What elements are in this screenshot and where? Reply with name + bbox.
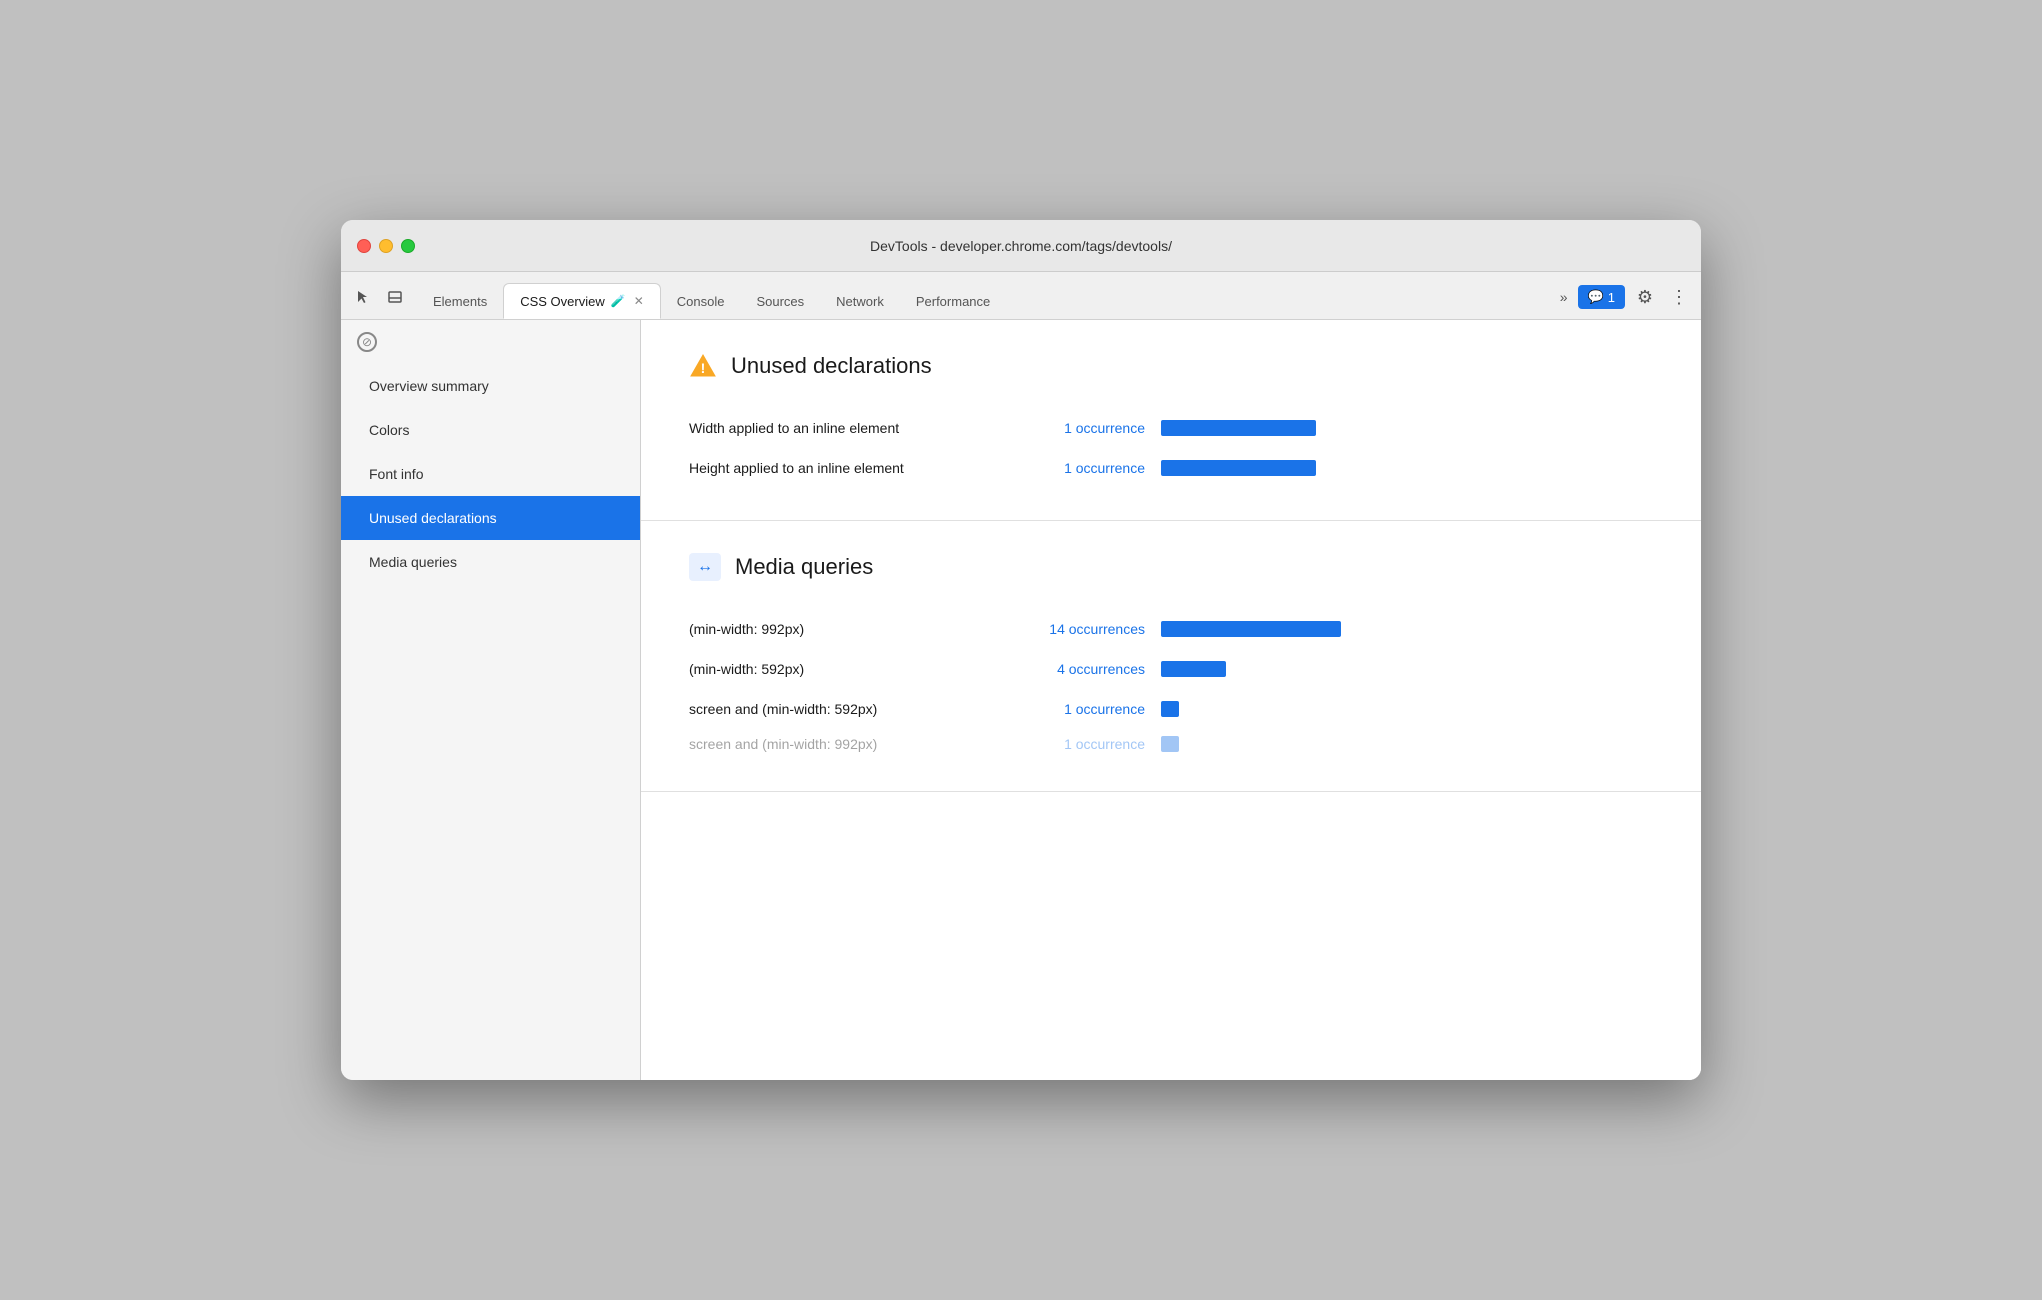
dock-button[interactable] [381,283,409,311]
maximize-button[interactable] [401,239,415,253]
main-content: ⊘ Overview summary Colors Font info Unus… [341,320,1701,1080]
tab-console[interactable]: Console [661,283,741,319]
unused-bar-container-1 [1161,460,1381,476]
tabs: Elements CSS Overview 🧪 ✕ Console Source… [417,283,1556,319]
tab-sources-label: Sources [756,294,804,309]
media-label-0: (min-width: 992px) [689,621,989,637]
sidebar-header: ⊘ [341,320,640,364]
media-bar-container-0 [1161,621,1381,637]
no-entry-icon: ⊘ [357,332,377,352]
media-label-3: screen and (min-width: 992px) [689,736,989,752]
media-bar-container-1 [1161,661,1381,677]
unused-count-1[interactable]: 1 occurrence [1005,460,1145,476]
more-tabs-button[interactable]: » [1556,285,1572,309]
unused-row-1: Height applied to an inline element 1 oc… [689,448,1653,488]
svg-text:!: ! [701,360,706,376]
warning-icon: ! [689,352,717,380]
sidebar-item-overview-summary[interactable]: Overview summary [341,364,640,408]
tab-network[interactable]: Network [820,283,900,319]
media-bar-container-3 [1161,736,1381,752]
close-button[interactable] [357,239,371,253]
media-count-3[interactable]: 1 occurrence [1005,736,1145,752]
tabbar-right: » 💬 1 ⚙ ⋮ [1556,283,1693,319]
media-count-0[interactable]: 14 occurrences [1005,621,1145,637]
sidebar-item-media-queries-label: Media queries [369,554,457,570]
unused-label-1: Height applied to an inline element [689,460,989,476]
tab-elements-label: Elements [433,294,487,309]
media-row-0: (min-width: 992px) 14 occurrences [689,609,1653,649]
unused-row-0: Width applied to an inline element 1 occ… [689,408,1653,448]
media-count-1[interactable]: 4 occurrences [1005,661,1145,677]
traffic-lights [357,239,415,253]
media-label-1: (min-width: 592px) [689,661,989,677]
media-bar-2 [1161,701,1179,717]
menu-button[interactable]: ⋮ [1665,283,1693,311]
tab-performance-label: Performance [916,294,990,309]
chat-count: 1 [1608,290,1615,305]
tab-css-overview[interactable]: CSS Overview 🧪 ✕ [503,283,661,319]
minimize-button[interactable] [379,239,393,253]
sidebar-item-media-queries[interactable]: Media queries [341,540,640,584]
tab-css-overview-label: CSS Overview [520,294,605,309]
tab-close-icon[interactable]: ✕ [634,294,644,308]
unused-count-0[interactable]: 1 occurrence [1005,420,1145,436]
unused-declarations-section: ! Unused declarations Width applied to a… [641,320,1701,521]
chat-button[interactable]: 💬 1 [1578,285,1625,309]
media-row-2: screen and (min-width: 592px) 1 occurren… [689,689,1653,729]
media-bar-container-2 [1161,701,1381,717]
titlebar: DevTools - developer.chrome.com/tags/dev… [341,220,1701,272]
tab-sources[interactable]: Sources [740,283,820,319]
media-queries-header: ↔ Media queries [689,553,1653,581]
media-bar-0 [1161,621,1341,637]
unused-bar-container-0 [1161,420,1381,436]
sidebar-item-unused-declarations-label: Unused declarations [369,510,497,526]
cursor-button[interactable] [349,283,377,311]
beaker-icon: 🧪 [611,294,626,308]
tab-performance[interactable]: Performance [900,283,1006,319]
sidebar-item-overview-summary-label: Overview summary [369,378,489,394]
content-area: ! Unused declarations Width applied to a… [641,320,1701,1080]
media-count-2[interactable]: 1 occurrence [1005,701,1145,717]
media-queries-title: Media queries [735,554,873,580]
unused-bar-1 [1161,460,1316,476]
sidebar-item-colors-label: Colors [369,422,409,438]
media-row-1: (min-width: 592px) 4 occurrences [689,649,1653,689]
media-label-2: screen and (min-width: 592px) [689,701,989,717]
tab-network-label: Network [836,294,884,309]
media-bar-1 [1161,661,1226,677]
settings-button[interactable]: ⚙ [1631,283,1659,311]
window-title: DevTools - developer.chrome.com/tags/dev… [870,238,1172,254]
sidebar-item-font-info[interactable]: Font info [341,452,640,496]
unused-declarations-header: ! Unused declarations [689,352,1653,380]
unused-label-0: Width applied to an inline element [689,420,989,436]
sidebar: ⊘ Overview summary Colors Font info Unus… [341,320,641,1080]
sidebar-item-unused-declarations[interactable]: Unused declarations [341,496,640,540]
media-row-3: screen and (min-width: 992px) 1 occurren… [689,729,1653,759]
chat-icon: 💬 [1588,289,1604,305]
sidebar-item-colors[interactable]: Colors [341,408,640,452]
sidebar-item-font-info-label: Font info [369,466,423,482]
tabbar: Elements CSS Overview 🧪 ✕ Console Source… [341,272,1701,320]
double-arrow-icon: ↔ [689,553,721,581]
devtools-window: DevTools - developer.chrome.com/tags/dev… [341,220,1701,1080]
toolbar-buttons [349,283,409,319]
unused-declarations-title: Unused declarations [731,353,932,379]
media-queries-section: ↔ Media queries (min-width: 992px) 14 oc… [641,521,1701,792]
unused-bar-0 [1161,420,1316,436]
media-bar-3 [1161,736,1179,752]
tab-console-label: Console [677,294,725,309]
tab-elements[interactable]: Elements [417,283,503,319]
